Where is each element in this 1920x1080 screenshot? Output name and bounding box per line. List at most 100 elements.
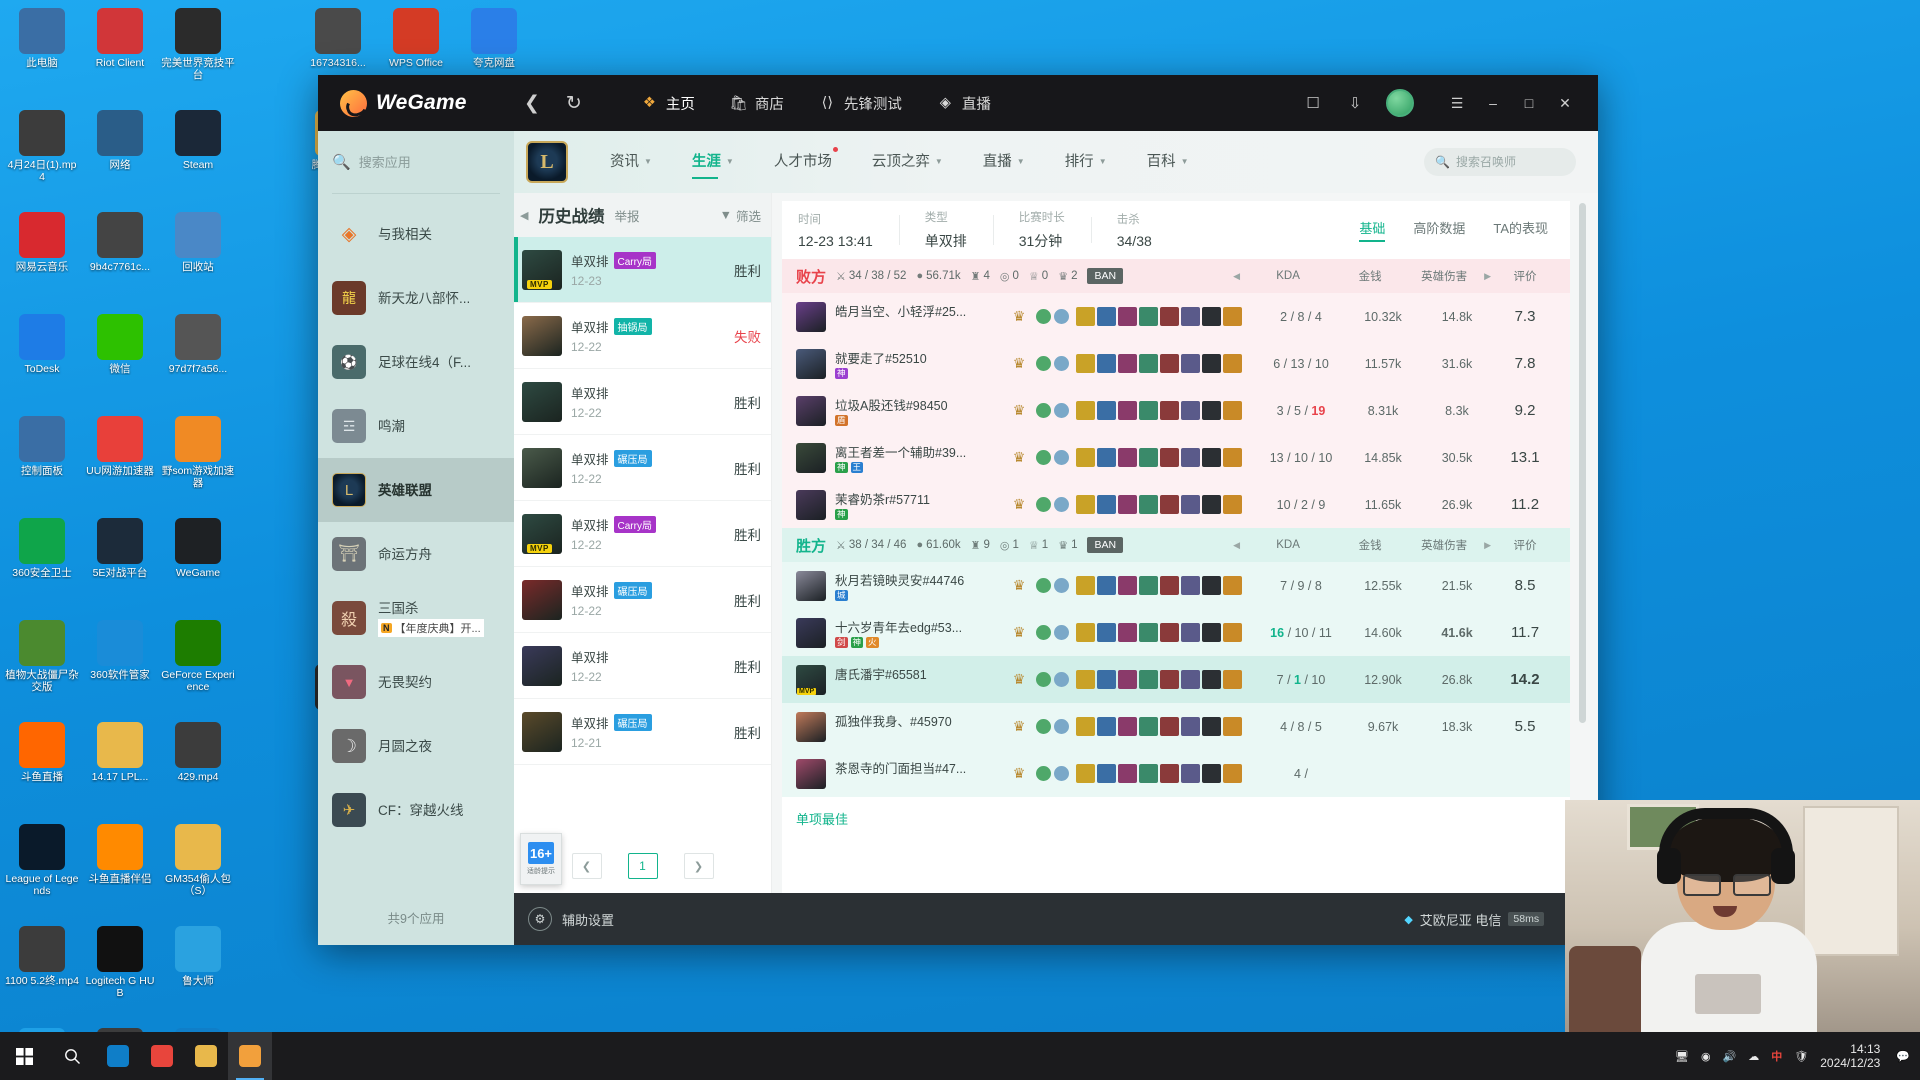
- back-arrow-icon[interactable]: ❮: [524, 92, 540, 115]
- game-tab-3[interactable]: 云顶之弈 ▼: [852, 131, 963, 193]
- detail-scrollbar[interactable]: [1579, 203, 1586, 723]
- desktop-icon[interactable]: 野som游戏加速器: [160, 412, 236, 504]
- desktop-icon[interactable]: 此电脑: [4, 4, 80, 96]
- player-row[interactable]: 孤独伴我身、#45970 ♛ 4 / 8 / 5 9.67k 18.3k 5.5: [782, 703, 1570, 750]
- notification-icon[interactable]: 💬: [1896, 1050, 1910, 1063]
- player-row[interactable]: 茉睿奶茶r#57711 神 ♛ 10 / 2 / 9 11.65k 26.9k 11.2: [782, 481, 1570, 528]
- wegame-taskbar-icon[interactable]: [228, 1032, 272, 1080]
- match-row[interactable]: MVP 单双排 Carry局 12-22 胜利: [514, 501, 771, 567]
- desktop-icon[interactable]: 鲁大师: [160, 922, 236, 1014]
- folder-taskbar-icon[interactable]: [184, 1032, 228, 1080]
- taskbar-clock[interactable]: 14:13 2024/12/23: [1820, 1042, 1884, 1070]
- ime-icon[interactable]: 中: [1771, 1048, 1782, 1064]
- chrome-taskbar-icon[interactable]: [140, 1032, 184, 1080]
- player-row[interactable]: 垃圾A股还钱#98450 盾 ♛ 3 / 5 / 19 8.31k 8.3k 9.2: [782, 387, 1570, 434]
- desktop-icon[interactable]: GM354偷人包（S）: [160, 820, 236, 912]
- sidebar-item-0[interactable]: ◈ 与我相关: [318, 202, 514, 266]
- game-tab-2[interactable]: 人才市场: [754, 131, 852, 193]
- chrome-tray-icon[interactable]: ◉: [1701, 1050, 1711, 1063]
- best-performance-link[interactable]: 单项最佳: [782, 797, 1570, 828]
- summoner-search-input[interactable]: [1455, 155, 1598, 169]
- gift-box-icon[interactable]: ☐: [1302, 94, 1324, 112]
- hamburger-menu-icon[interactable]: ☰: [1440, 86, 1474, 120]
- chevron-left-icon[interactable]: ◀: [1230, 271, 1243, 282]
- report-button[interactable]: 举报: [614, 206, 639, 225]
- game-tab-5[interactable]: 排行 ▼: [1045, 131, 1127, 193]
- desktop-icon[interactable]: 网络: [82, 106, 158, 198]
- settings-assist-icon[interactable]: ⚙: [528, 907, 552, 931]
- desktop-icon[interactable]: 微信: [82, 310, 158, 402]
- desktop-icon[interactable]: Riot Client: [82, 4, 158, 96]
- volume-icon[interactable]: 🔊: [1723, 1050, 1737, 1063]
- desktop-icon[interactable]: 网易云音乐: [4, 208, 80, 300]
- match-row[interactable]: 单双排 碾压局 12-21 胜利: [514, 699, 771, 765]
- chevron-right-icon[interactable]: ▶: [1481, 271, 1494, 282]
- pager-next-button[interactable]: ❯: [683, 853, 714, 879]
- desktop-icon[interactable]: 斗鱼直播伴侣: [82, 820, 158, 912]
- topnav-0[interactable]: ❖ 主页: [640, 93, 695, 114]
- sidebar-item-5[interactable]: ⛩ 命运方舟: [318, 522, 514, 586]
- desktop-icon[interactable]: ToDesk: [4, 310, 80, 402]
- download-icon[interactable]: ⇩: [1344, 94, 1366, 112]
- app-search-input[interactable]: [358, 154, 535, 170]
- search-icon[interactable]: [48, 1032, 96, 1080]
- sidebar-item-8[interactable]: ☽ 月圆之夜: [318, 714, 514, 778]
- game-tab-1[interactable]: 生涯 ▼: [672, 131, 754, 193]
- network-icon[interactable]: ☁: [1748, 1050, 1759, 1063]
- match-row[interactable]: 单双排 碾压局 12-22 胜利: [514, 435, 771, 501]
- desktop-icon[interactable]: 4月24日(1).mp4: [4, 106, 80, 198]
- player-row[interactable]: 离王者差一个辅助#39... 神王 ♛ 13 / 10 / 10 14.85k 30.5k…: [782, 434, 1570, 481]
- pager-prev-button[interactable]: ❮: [571, 853, 602, 879]
- desktop-icon[interactable]: 植物大战僵尸杂交版: [4, 616, 80, 708]
- desktop-icon[interactable]: 斗鱼直播: [4, 718, 80, 810]
- topnav-3[interactable]: ◈ 直播: [936, 93, 991, 114]
- topnav-2[interactable]: ⟨⟩ 先锋测试: [818, 93, 902, 114]
- desktop-icon[interactable]: 9b4c7761c...: [82, 208, 158, 300]
- collapse-arrow-icon[interactable]: ◀: [520, 209, 528, 222]
- filter-button[interactable]: ▼ 筛选: [720, 206, 761, 225]
- sidebar-item-7[interactable]: ▼ 无畏契约: [318, 650, 514, 714]
- summoner-search-box[interactable]: 🔍: [1424, 148, 1598, 176]
- desktop-icon[interactable]: GeForce Experience: [160, 616, 236, 708]
- desktop-icon[interactable]: 429.mp4: [160, 718, 236, 810]
- edge-taskbar-icon[interactable]: [96, 1032, 140, 1080]
- desktop-icon[interactable]: 完美世界竞技平台: [160, 4, 236, 96]
- player-row[interactable]: 十六岁青年去edg#53... 剑神火 ♛ 16 / 10 / 11 14.60k 41.…: [782, 609, 1570, 656]
- desktop-icon[interactable]: League of Legends: [4, 820, 80, 912]
- desktop-icon[interactable]: 360软件管家: [82, 616, 158, 708]
- chevron-right-icon[interactable]: ▶: [1481, 540, 1494, 551]
- desktop-icon[interactable]: WeGame: [160, 514, 236, 606]
- sidebar-item-1[interactable]: 龍新天龙八部怀...: [318, 266, 514, 330]
- desktop-icon[interactable]: 97d7f7a56...: [160, 310, 236, 402]
- desktop-icon[interactable]: 控制面板: [4, 412, 80, 504]
- player-row[interactable]: 茶恩寺的门面担当#47... ♛ 4 /: [782, 750, 1570, 797]
- desktop-icon[interactable]: 14.17 LPL...: [82, 718, 158, 810]
- refresh-icon[interactable]: ↻: [566, 92, 582, 115]
- sidebar-item-6[interactable]: 殺三国杀 N 【年度庆典】开...: [318, 586, 514, 650]
- monitor-icon[interactable]: 🖥: [1675, 1050, 1689, 1063]
- player-row[interactable]: 皓月当空、小轻浮#25... ♛ 2 / 8 / 4 10.32k 14.8k 7.3: [782, 293, 1570, 340]
- desktop-icon[interactable]: 1100 5.2终.mp4: [4, 922, 80, 1014]
- desktop-icon[interactable]: Logitech G HUB: [82, 922, 158, 1014]
- sidebar-item-9[interactable]: ✈ CF：穿越火线: [318, 778, 514, 842]
- desktop-icon[interactable]: UU网游加速器: [82, 412, 158, 504]
- detail-tab-1[interactable]: 高阶数据: [1413, 218, 1465, 242]
- close-icon[interactable]: ✕: [1548, 86, 1582, 120]
- match-row[interactable]: 单双排 12-22 胜利: [514, 369, 771, 435]
- desktop-icon[interactable]: 5E对战平台: [82, 514, 158, 606]
- detail-tab-0[interactable]: 基础: [1359, 218, 1386, 242]
- player-row[interactable]: MVP 唐氏潘宇#65581 ♛ 7 / 1 / 10 12.90k 26.8k 14.2: [782, 656, 1570, 703]
- desktop-icon[interactable]: 回收站: [160, 208, 236, 300]
- player-row[interactable]: 秋月若镜映灵安#44746 城 ♛ 7 / 9 / 8 12.55k 21.5k 8.5: [782, 562, 1570, 609]
- lol-game-icon[interactable]: L: [526, 141, 568, 183]
- maximize-icon[interactable]: □: [1512, 86, 1546, 120]
- match-row[interactable]: 单双排 碾压局 12-22 胜利: [514, 567, 771, 633]
- sidebar-item-4[interactable]: L 英雄联盟: [318, 458, 514, 522]
- chevron-left-icon[interactable]: ◀: [1230, 540, 1243, 551]
- game-tab-4[interactable]: 直播 ▼: [963, 131, 1045, 193]
- game-tab-0[interactable]: 资讯 ▼: [590, 131, 672, 193]
- player-row[interactable]: 就要走了#52510 神 ♛ 6 / 13 / 10 11.57k 31.6k 7.8: [782, 340, 1570, 387]
- windows-start-icon[interactable]: [0, 1032, 48, 1080]
- match-row[interactable]: MVP 单双排 Carry局 12-23 胜利: [514, 237, 771, 303]
- user-avatar[interactable]: [1386, 89, 1414, 117]
